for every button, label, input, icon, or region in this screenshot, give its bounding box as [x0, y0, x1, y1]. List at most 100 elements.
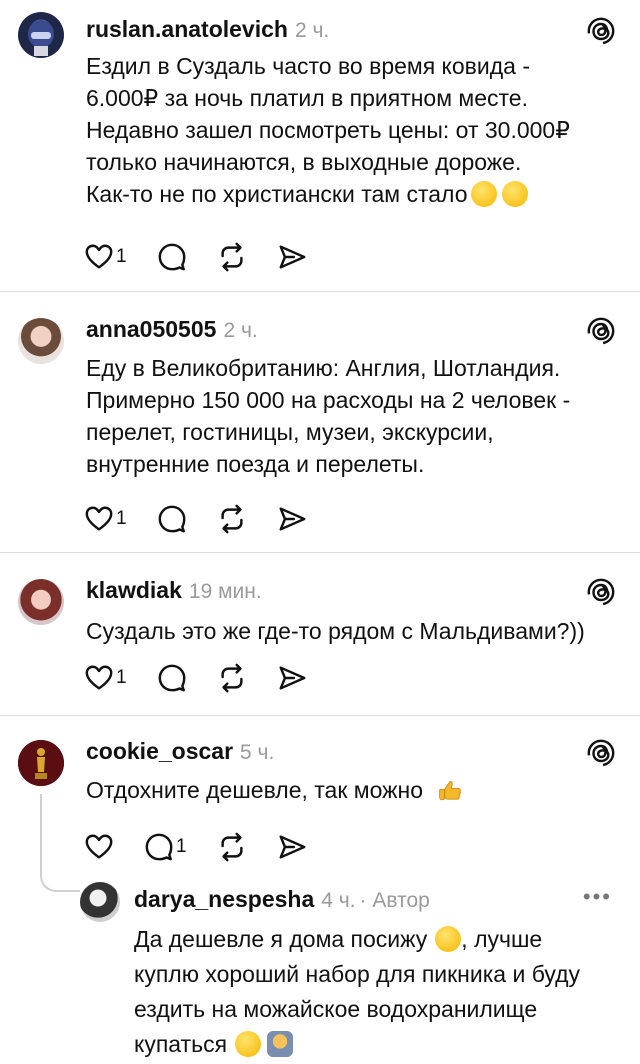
username[interactable]: darya_nespesha	[134, 886, 314, 913]
comment-icon	[157, 504, 187, 534]
share-button[interactable]	[277, 504, 307, 534]
comment-button[interactable]	[157, 242, 187, 272]
avatar-helmet-icon	[28, 20, 54, 56]
like-count: 1	[116, 667, 127, 688]
text-line-with-emoji: Да дешевле я дома посижу , лучше	[134, 922, 614, 957]
repost-button[interactable]	[217, 663, 247, 693]
text-line: внутренние поезда и перелеты.	[86, 451, 425, 477]
repost-button[interactable]	[217, 504, 247, 534]
share-button[interactable]	[277, 663, 307, 693]
share-icon	[277, 832, 307, 862]
comment-icon	[157, 663, 187, 693]
oscar-statue-icon	[18, 740, 64, 786]
username[interactable]: ruslan.anatolevich	[86, 16, 288, 43]
text-line: ездить на можайское водохранилище	[134, 996, 538, 1022]
action-bar: 1	[84, 242, 337, 272]
timestamp: 5 ч.	[240, 741, 275, 764]
like-button[interactable]: 1	[84, 242, 127, 272]
threads-logo-icon[interactable]	[586, 738, 616, 768]
text-line: купаться	[134, 1031, 228, 1057]
reply-avatar[interactable]	[80, 882, 120, 922]
text-line: 6.000₽ за ночь платил в приятном месте.	[86, 85, 528, 111]
repost-icon	[217, 504, 247, 534]
text-line: только начинаются, в выходные дороже.	[86, 149, 522, 175]
text-line: Да дешевле я дома посижу	[134, 926, 428, 952]
repost-icon	[217, 242, 247, 272]
comment-button[interactable]: 1	[144, 832, 187, 862]
comment-header: ruslan.anatolevich 2 ч.	[86, 16, 329, 43]
comment-card: anna050505 2 ч. Еду в Великобританию: Ан…	[0, 292, 640, 552]
heart-icon	[84, 242, 114, 272]
avatar[interactable]	[18, 12, 64, 58]
heart-icon	[84, 504, 114, 534]
avatar[interactable]	[18, 740, 64, 786]
text-line: Примерно 150 000 на расходы на 2 человек…	[86, 387, 571, 413]
tears-of-joy-emoji-icon	[435, 926, 462, 952]
thumbs-up-emoji-icon	[439, 781, 462, 801]
like-count: 1	[116, 246, 127, 267]
grinning-emoji-icon	[470, 181, 497, 207]
timestamp: 2 ч.	[223, 319, 258, 342]
comment-button[interactable]	[157, 663, 187, 693]
like-button[interactable]: 1	[84, 504, 127, 534]
share-icon	[277, 663, 307, 693]
like-button[interactable]	[84, 832, 114, 862]
threads-logo-icon[interactable]	[586, 16, 616, 46]
text-line: Как-то не по христиански там стало	[86, 181, 468, 207]
share-button[interactable]	[277, 242, 307, 272]
comment-header: klawdiak 19 мин.	[86, 577, 262, 604]
threads-logo-icon[interactable]	[586, 577, 616, 607]
share-button[interactable]	[277, 832, 307, 862]
comment-button[interactable]	[157, 504, 187, 534]
comment-icon	[144, 832, 174, 862]
text-line: Еду в Великобританию: Англия, Шотландия.	[86, 355, 561, 381]
comment-header: anna050505 2 ч.	[86, 316, 258, 343]
reply-header: darya_nespesha 4 ч. · Автор	[134, 886, 430, 913]
text-line: Недавно зашел посмотреть цены: от 30.000…	[86, 117, 570, 143]
repost-button[interactable]	[217, 832, 247, 862]
comment-text: Еду в Великобританию: Англия, Шотландия.…	[86, 352, 606, 480]
person-shrugging-emoji-icon	[267, 1031, 294, 1057]
timestamp: 2 ч.	[294, 19, 330, 42]
action-bar: 1	[84, 832, 337, 862]
comment-text: Суздаль это же где-то рядом с Мальдивами…	[86, 615, 606, 647]
username[interactable]: cookie_oscar	[86, 738, 233, 765]
text-line: , лучше	[461, 926, 543, 952]
reply-text: Да дешевле я дома посижу , лучше куплю хо…	[134, 922, 614, 1062]
share-icon	[277, 242, 307, 272]
heart-icon	[84, 832, 114, 862]
more-options-button[interactable]: •••	[583, 884, 612, 910]
timestamp: 4 ч.	[321, 889, 356, 912]
repost-button[interactable]	[217, 242, 247, 272]
action-bar: 1	[84, 663, 337, 693]
threads-logo-icon[interactable]	[586, 316, 616, 346]
comment-header: cookie_oscar 5 ч.	[86, 738, 274, 765]
username[interactable]: klawdiak	[86, 577, 182, 604]
text-line: Отдохните дешевле, так можно	[86, 777, 424, 803]
avatar[interactable]	[18, 318, 64, 364]
comment-card: klawdiak 19 мин. Суздаль это же где-то р…	[0, 553, 640, 715]
comment-card: ruslan.anatolevich 2 ч. Ездил в Суздаль …	[0, 0, 640, 290]
text-line-with-emoji: Как-то не по христиански там стало	[86, 178, 606, 210]
text-line-with-emoji: Отдохните дешевле, так можно	[86, 774, 606, 806]
tears-of-joy-emoji-icon	[235, 1031, 262, 1057]
reply-count: 1	[176, 836, 187, 857]
comment-icon	[157, 242, 187, 272]
action-bar: 1	[84, 504, 337, 534]
comment-card: cookie_oscar 5 ч. Отдохните дешевле, так…	[0, 716, 640, 1064]
reply-thread-line	[40, 794, 80, 892]
avatar[interactable]	[18, 579, 64, 625]
text-line: Ездил в Суздаль часто во время ковида -	[86, 53, 530, 79]
timestamp: 19 мин.	[188, 580, 262, 603]
comment-text: Отдохните дешевле, так можно	[86, 774, 606, 806]
author-badge: · Автор	[359, 889, 430, 912]
text-line: куплю хороший набор для пикника и буду	[134, 961, 581, 987]
username[interactable]: anna050505	[86, 316, 216, 343]
like-button[interactable]: 1	[84, 663, 127, 693]
text-line-with-emoji: купаться	[134, 1027, 614, 1062]
text-line: перелет, гостиницы, музеи, экскурсии,	[86, 419, 494, 445]
grinning-emoji-icon	[501, 181, 528, 207]
heart-icon	[84, 663, 114, 693]
repost-icon	[217, 663, 247, 693]
comment-text: Ездил в Суздаль часто во время ковида - …	[86, 50, 606, 210]
